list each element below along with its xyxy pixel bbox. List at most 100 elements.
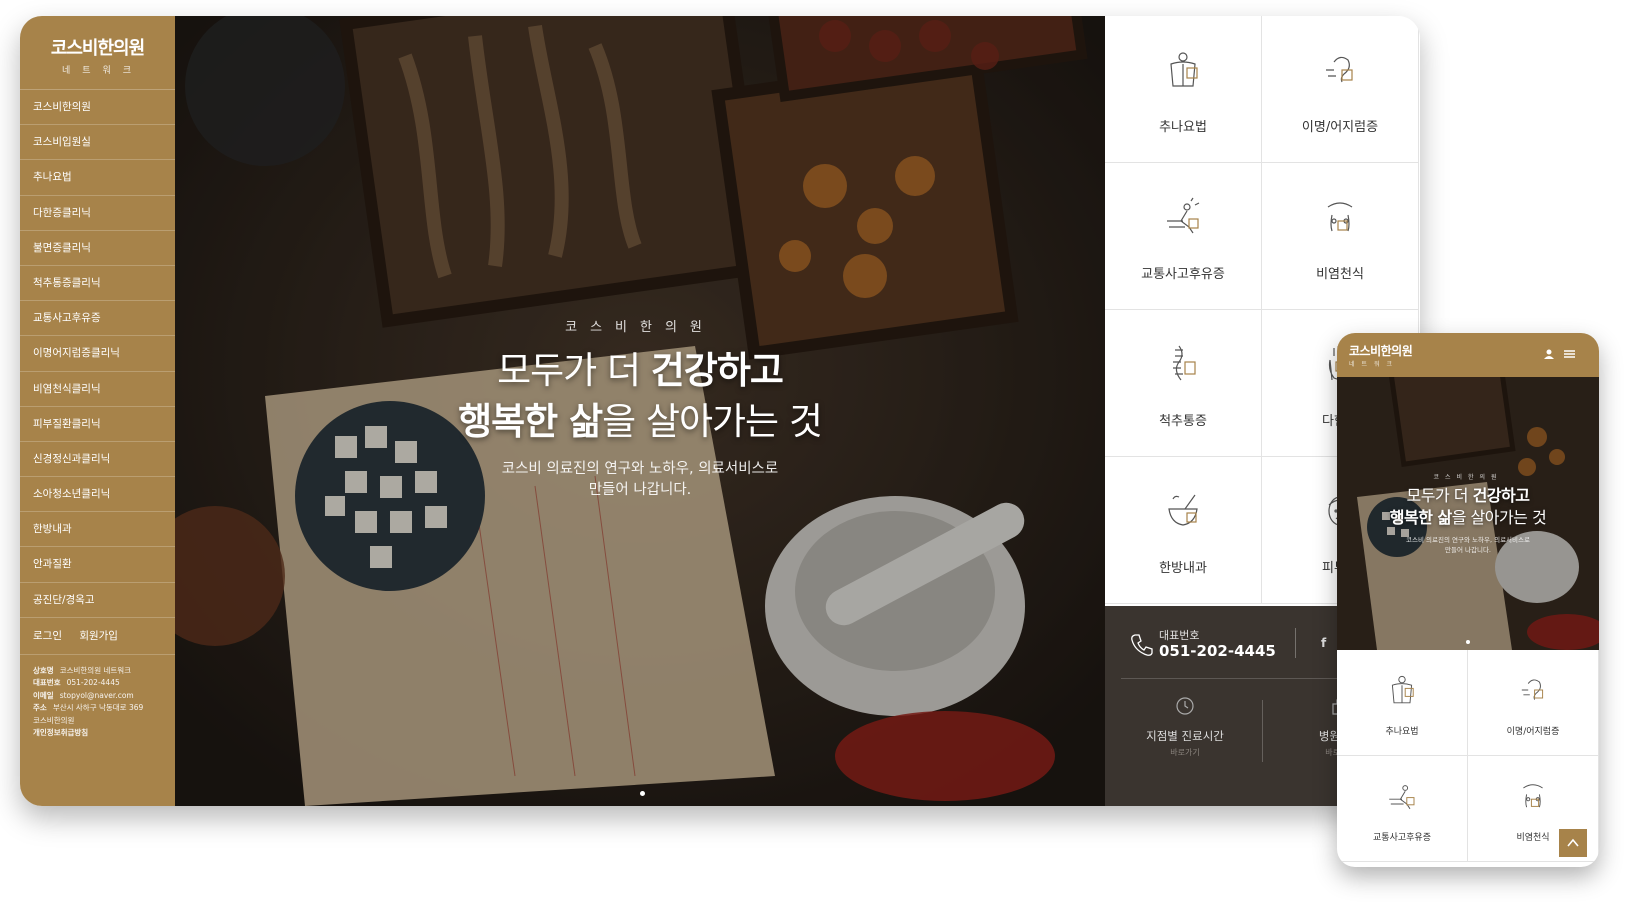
clinic-label: 교통사고후유증 [1141,267,1225,282]
hero-headline: 모두가 더 건강하고 행복한 삶을 살아가는 것 [175,345,1105,447]
clinic-card[interactable]: 추나요법 [1105,16,1262,163]
sidebar-item[interactable]: 소아청소년클리닉 [20,477,175,513]
headline-part: 행복한 삶 [1389,508,1452,527]
sidebar: 코스비한의원 네트워크 코스비한의원 코스비입원실 추나요법 다한증클리닉 불면… [20,16,175,806]
mortar-icon [1168,494,1198,526]
clinic-card[interactable]: 교통사고후유증 [1337,756,1468,862]
mobile-header: 코스비한의원 네트워크 [1337,333,1599,377]
info-value: 코스비한의원 [33,715,75,725]
lungs-icon [1523,784,1543,808]
accident-icon [1389,785,1415,810]
sidebar-item[interactable]: 공진단/경옥고 [20,583,175,618]
accident-icon [1167,197,1200,234]
sidebar-item[interactable]: 이명어지럼증클리닉 [20,336,175,372]
quick-link-hours[interactable]: 지점별 진료시간 바로가기 [1115,696,1255,758]
sidebar-item[interactable]: 다한증클리닉 [20,196,175,231]
logo-title: 코스비한의원 [50,38,145,59]
sidebar-menu: 코스비한의원 코스비입원실 추나요법 다한증클리닉 불면증클리닉 척추통증클리닉… [20,90,175,618]
body-icon [1391,675,1414,704]
logo-subtitle: 네트워크 [61,66,144,76]
info-label: 이메일 [33,690,54,700]
slider-dot[interactable] [1466,640,1470,644]
clinic-card[interactable]: 추나요법 [1337,650,1468,756]
join-link[interactable]: 회원가입 [79,630,118,642]
desktop-mockup: 코스비한의원 네트워크 코스비한의원 코스비입원실 추나요법 다한증클리닉 불면… [20,16,1420,806]
sidebar-item[interactable]: 한방내과 [20,512,175,548]
clinic-card[interactable]: 이명/어지럼증 [1262,16,1419,163]
clinic-label: 추나요법 [1385,727,1419,737]
hero-desc-line: 코스비 의료진의 연구와 노하우, 의료서비스로 [501,461,779,477]
clinic-label: 이명/어지럼증 [1506,727,1560,737]
sidebar-item[interactable]: 비염천식클리닉 [20,372,175,407]
site-logo[interactable]: 코스비한의원 네트워크 [20,16,175,90]
sidebar-item[interactable]: 척추통증클리닉 [20,266,175,302]
hero-description: 코스비 의료진의 연구와 노하우, 의료서비스로 만들어 나갑니다. [175,459,1105,501]
info-label: 상호명 [33,665,54,675]
clock-icon [1176,697,1194,715]
auth-links: 로그인 회원가입 [20,618,175,655]
mobile-hero-description: 코스비 의료진의 연구와 노하우, 의료서비스로 만들어 나갑니다. [1337,535,1599,555]
divider [1295,628,1296,658]
clinic-card[interactable]: 교통사고후유증 [1105,163,1262,310]
sidebar-item[interactable]: 추나요법 [20,160,175,196]
clinic-label: 추나요법 [1159,120,1207,135]
mobile-hero-headline: 모두가 더 건강하고 행복한 삶을 살아가는 것 [1337,485,1599,529]
lungs-icon [1327,202,1353,232]
tel-label: 대표번호 [1159,629,1200,642]
quick-link-sub: 바로가기 [1170,748,1200,757]
menu-icon[interactable] [1563,348,1576,360]
body-icon [1170,52,1198,87]
sidebar-item[interactable]: 교통사고후유증 [20,301,175,337]
mobile-desc-line: 만들어 나갑니다. [1445,546,1491,554]
mobile-logo-sub: 네트워크 [1349,361,1400,368]
mobile-hero: 코스비한의원 모두가 더 건강하고 행복한 삶을 살아가는 것 코스비 의료진의… [1337,377,1599,650]
clinic-label: 교통사고후유증 [1373,833,1431,843]
headline-part: 행복한 삶 [458,400,603,443]
info-value: 051-202-4445 [66,678,120,688]
company-info: 상호명 코스비한의원 네트워크 대표번호 051-202-4445 이메일 stopy… [20,655,175,750]
headline-part: 모두가 더 [1406,486,1473,505]
hero-copy: 코스비한의원 모두가 더 건강하고 행복한 삶을 살아가는 것 코스비 의료진의… [175,316,1105,501]
clinic-card[interactable]: 비염천식 [1262,163,1419,310]
user-icon[interactable] [1543,348,1555,360]
tel-number[interactable]: 051-202-4445 [1159,642,1276,660]
login-link[interactable]: 로그인 [33,630,62,642]
facebook-icon[interactable]: f [1321,636,1326,650]
chevron-up-icon [1567,838,1579,847]
ear-icon [1326,56,1353,83]
spine-icon [1173,345,1196,381]
clinic-label: 비염천식 [1316,267,1364,282]
privacy-link[interactable]: 개인정보취급방침 [33,728,88,737]
mobile-logo[interactable]: 코스비한의원 [1349,342,1413,359]
sidebar-item[interactable]: 불면증클리닉 [20,231,175,266]
clinic-card[interactable]: 이명/어지럼증 [1468,650,1599,756]
headline-part: 을 살아가는 것 [602,400,823,443]
clinic-label: 한방내과 [1159,561,1207,576]
slider-dot[interactable] [640,791,645,796]
info-label: 주소 [33,703,47,713]
hero-slider: 코스비한의원 모두가 더 건강하고 행복한 삶을 살아가는 것 코스비 의료진의… [175,16,1105,806]
headline-part: 을 살아가는 것 [1451,508,1547,527]
quick-link-title: 지점별 진료시간 [1146,729,1224,743]
mobile-hero-copy: 코스비한의원 모두가 더 건강하고 행복한 삶을 살아가는 것 코스비 의료진의… [1337,472,1599,555]
sidebar-item[interactable]: 신경정신과클리닉 [20,442,175,478]
mobile-mockup: 코스비한의원 네트워크 코스비한의원 모두가 더 건강하고 행복한 삶을 살아가… [1337,333,1599,867]
sidebar-item[interactable]: 안과질환 [20,547,175,583]
scroll-top-button[interactable] [1559,829,1587,857]
phone-icon [1131,634,1153,656]
info-value: 코스비한의원 네트워크 [59,665,132,675]
info-label: 대표번호 [33,678,61,688]
mobile-hero-eyebrow: 코스비한의원 [1433,474,1503,481]
clinic-card[interactable]: 척추통증 [1105,310,1262,457]
sidebar-item[interactable]: 피부질환클리닉 [20,407,175,442]
clinic-card[interactable]: 한방내과 [1105,457,1262,604]
sidebar-item[interactable]: 코스비입원실 [20,125,175,161]
mobile-desc-line: 코스비 의료진의 연구와 노하우, 의료서비스로 [1406,536,1530,544]
headline-part: 모두가 더 [497,349,651,392]
divider [1262,700,1263,762]
sidebar-item[interactable]: 코스비한의원 [20,90,175,126]
hero-desc-line: 만들어 나갑니다. [588,482,692,498]
headline-part: 건강하고 [650,349,784,392]
clinic-label: 척추통증 [1159,414,1207,429]
clinic-label: 이명/어지럼증 [1301,120,1379,135]
